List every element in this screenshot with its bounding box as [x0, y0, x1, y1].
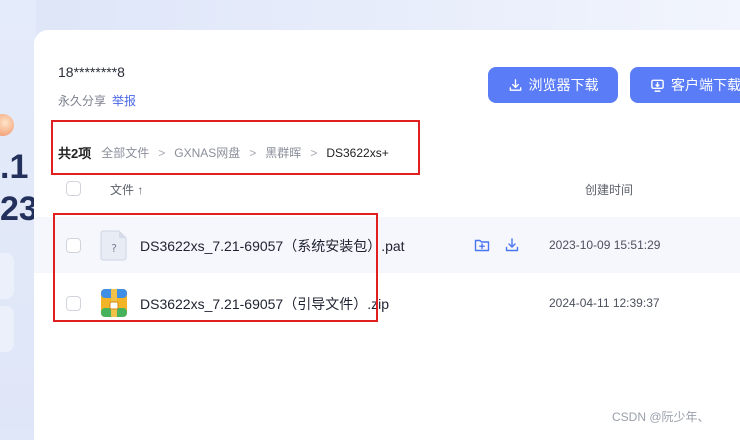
select-all-checkbox[interactable]	[66, 181, 81, 196]
unknown-file-icon: ?	[100, 230, 127, 261]
file-created-time: 2023-10-09 15:51:29	[549, 238, 661, 252]
row-checkbox[interactable]	[66, 238, 81, 253]
column-header-created[interactable]: 创建时间	[585, 181, 633, 198]
download-icon	[509, 78, 521, 91]
left-text-fragment-1: .1	[0, 148, 29, 186]
client-download-button[interactable]: 客户端下载	[630, 67, 740, 103]
breadcrumb: 共2项 全部文件 > GXNAS网盘 > 黑群晖 > DS3622xs+	[58, 143, 389, 162]
zip-archive-icon	[101, 289, 127, 317]
browser-download-button[interactable]: 浏览器下载	[488, 67, 618, 103]
left-side-card[interactable]	[0, 253, 14, 299]
download-icon[interactable]	[504, 237, 520, 253]
monitor-icon	[651, 79, 664, 92]
left-text-fragment-2: 23	[0, 190, 38, 228]
table-row[interactable]: DS3622xs_7.21-69057（引导文件）.zip 2024-04-11…	[34, 275, 740, 331]
watermark: CSDN @阮少年、	[612, 410, 710, 424]
table-row[interactable]: ? DS3622xs_7.21-69057（系统安装包）.pat 2023-10…	[34, 217, 740, 273]
file-name[interactable]: DS3622xs_7.21-69057（系统安装包）.pat	[140, 236, 405, 256]
report-link[interactable]: 举报	[112, 94, 136, 108]
file-name[interactable]: DS3622xs_7.21-69057（引导文件）.zip	[140, 294, 389, 314]
browser-download-label: 浏览器下载	[528, 77, 599, 93]
breadcrumb-item-all-files[interactable]: 全部文件	[101, 144, 149, 161]
share-owner: 18********8	[58, 64, 125, 80]
item-count: 共2项	[58, 146, 92, 161]
client-download-label: 客户端下载	[671, 77, 740, 93]
top-background	[0, 0, 740, 30]
breadcrumb-item-heiqunhui[interactable]: 黑群晖	[265, 144, 301, 161]
file-created-time: 2024-04-11 12:39:37	[549, 296, 660, 310]
share-meta: 永久分享 举报	[58, 92, 136, 109]
left-side-card[interactable]	[0, 306, 14, 352]
breadcrumb-item-gxnas[interactable]: GXNAS网盘	[174, 144, 240, 161]
breadcrumb-separator: >	[310, 145, 318, 160]
breadcrumb-separator: >	[158, 145, 166, 160]
breadcrumb-separator: >	[249, 145, 257, 160]
row-checkbox[interactable]	[66, 296, 81, 311]
column-header-name[interactable]: 文件 ↑	[110, 181, 143, 198]
share-validity: 永久分享	[58, 94, 107, 108]
svg-text:?: ?	[111, 242, 117, 255]
save-to-folder-icon[interactable]	[474, 237, 490, 253]
breadcrumb-item-current: DS3622xs+	[326, 145, 389, 160]
